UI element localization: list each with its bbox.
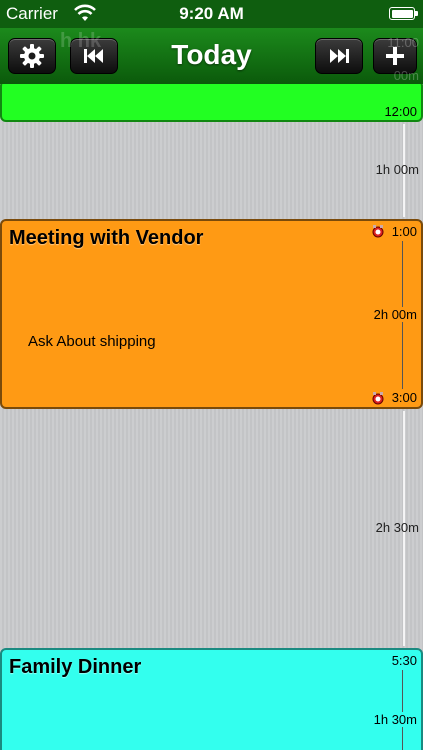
event-title: Family Dinner — [9, 656, 142, 678]
event-title: Meeting with Vendor — [9, 227, 204, 249]
next-button[interactable] — [315, 38, 363, 74]
event-end-time: 12:00 — [384, 104, 417, 119]
event-meeting-with-vendor[interactable]: Meeting with Vendor 1:00 2h 00m Ask Abou… — [0, 219, 423, 409]
event-green[interactable]: 12:00 — [0, 80, 423, 122]
event-duration: 1h 30m — [373, 712, 417, 727]
alarm-icon — [371, 391, 385, 405]
event-family-dinner[interactable]: Family Dinner 5:30 1h 30m — [0, 648, 423, 750]
hidden-event-time: 11:00 — [387, 35, 419, 50]
gap-duration: 2h 30m — [375, 520, 419, 535]
status-bar: Carrier 9:20 AM — [0, 0, 423, 28]
hidden-event-title: h hk — [60, 30, 102, 52]
hidden-event-duration: 00m — [393, 68, 419, 83]
event-start-time: 5:30 — [391, 653, 417, 668]
gap-duration: 1h 00m — [375, 162, 419, 177]
event-start-time: 1:00 — [391, 224, 417, 239]
event-timeline — [402, 670, 403, 750]
fast-forward-icon — [327, 47, 351, 65]
event-duration: 2h 00m — [373, 307, 417, 322]
event-note: Ask About shipping — [28, 333, 156, 350]
battery-icon — [389, 7, 418, 20]
event-end-time: 3:00 — [391, 390, 417, 405]
status-time: 9:20 AM — [179, 4, 244, 23]
alarm-icon — [371, 224, 385, 238]
